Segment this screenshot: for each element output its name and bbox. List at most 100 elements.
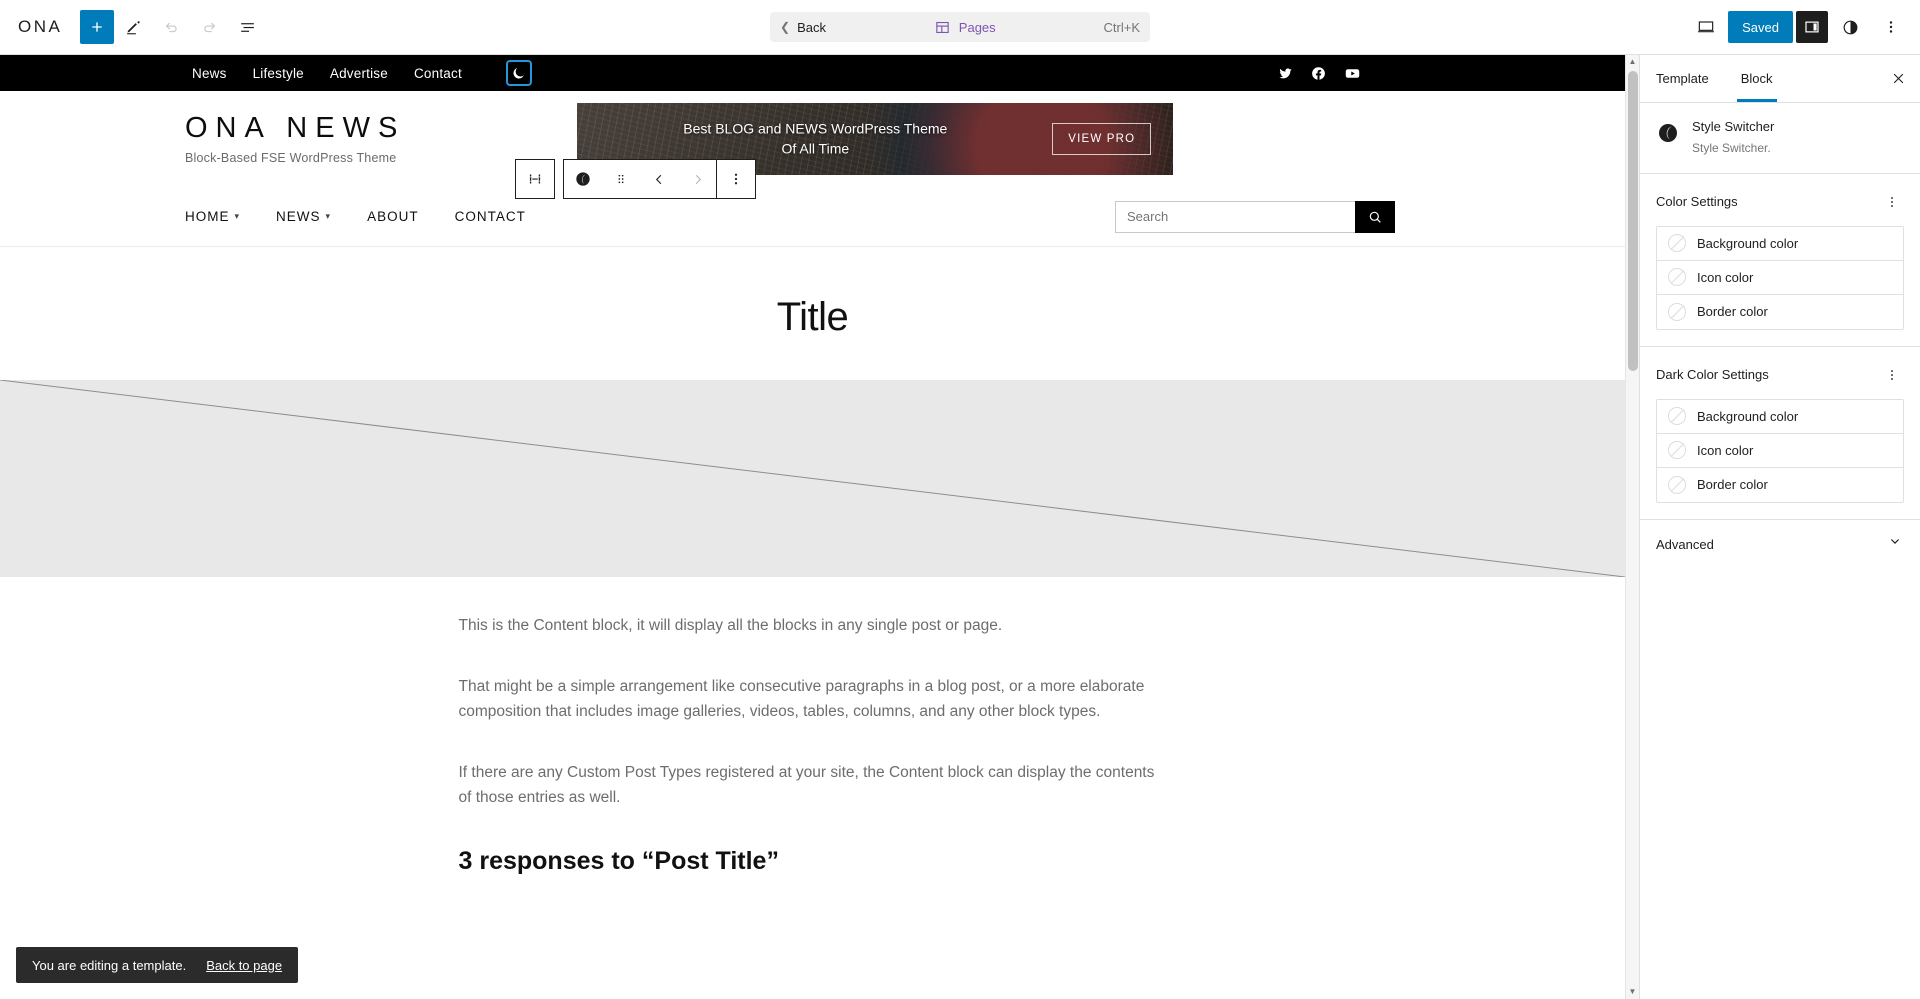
color-swatch-empty-icon	[1668, 475, 1686, 494]
dark-color-row-background[interactable]: Background color	[1657, 399, 1903, 434]
topbar-nav-item-advertise[interactable]: Advertise	[330, 66, 388, 81]
undo-button[interactable]	[152, 8, 190, 46]
chevron-down-icon: ▾	[234, 211, 241, 221]
scrollbar-track[interactable]	[1626, 69, 1639, 985]
featured-image-placeholder[interactable]	[0, 380, 1625, 577]
post-paragraph-3[interactable]: If there are any Custom Post Types regis…	[459, 760, 1167, 810]
move-right-button[interactable]	[678, 160, 716, 198]
dark-color-settings-section: Dark Color Settings Background color Ico…	[1640, 345, 1920, 519]
youtube-link[interactable]	[1344, 65, 1361, 82]
kebab-menu-icon	[1891, 369, 1893, 380]
pencil-icon	[127, 20, 140, 34]
dark-color-settings-header: Dark Color Settings	[1656, 363, 1904, 387]
site-header-row: ONA NEWS Block-Based FSE WordPress Theme…	[0, 91, 1625, 187]
promo-line-2: Of All Time	[781, 141, 850, 157]
sidebar-close-button[interactable]	[1876, 55, 1920, 102]
list-view-button[interactable]	[228, 8, 266, 46]
tab-block[interactable]: Block	[1725, 55, 1789, 102]
back-button[interactable]: ❮ Back	[780, 20, 826, 35]
site-branding: ONA NEWS Block-Based FSE WordPress Theme	[185, 112, 405, 166]
editor-bar-left-tools: ONA	[0, 8, 266, 46]
undo-icon	[165, 22, 177, 32]
preview-device-button[interactable]	[1687, 8, 1725, 46]
document-title: Pages	[958, 19, 996, 35]
page-title[interactable]: Title	[0, 247, 1625, 380]
settings-sidebar-toggle[interactable]	[1796, 11, 1828, 43]
saved-button[interactable]: Saved	[1728, 11, 1793, 43]
chevron-left-icon	[655, 174, 661, 184]
editor-bar-right-tools: Saved	[1687, 8, 1920, 46]
color-row-border[interactable]: Border color	[1657, 294, 1903, 329]
editor-canvas: News Lifestyle Advertise Contact ONA NEW…	[0, 55, 1625, 999]
command-bar[interactable]: ❮ Back Pages Ctrl+K	[770, 12, 1150, 42]
move-left-button[interactable]	[640, 160, 678, 198]
nav-item-news[interactable]: NEWS ▾	[276, 209, 331, 224]
post-paragraph-2[interactable]: That might be a simple arrangement like …	[459, 674, 1167, 724]
color-row-background-label: Background color	[1697, 235, 1799, 251]
post-content: This is the Content block, it will displ…	[0, 577, 1625, 876]
document-title-group[interactable]: Pages	[826, 19, 1104, 36]
template-editing-snackbar: You are editing a template. Back to page	[16, 947, 299, 983]
canvas-scrollbar[interactable]: ▲ ▼	[1625, 55, 1639, 999]
add-block-button[interactable]	[80, 10, 115, 44]
color-settings-options-button[interactable]	[1880, 190, 1904, 214]
dark-color-row-border[interactable]: Border color	[1657, 467, 1903, 502]
color-row-background[interactable]: Background color	[1657, 226, 1903, 261]
styles-button[interactable]	[1831, 8, 1869, 46]
block-tools-group	[563, 159, 756, 199]
select-parent-block-button[interactable]	[516, 160, 554, 198]
block-type-button[interactable]	[564, 160, 602, 198]
chevron-down-icon: ▾	[325, 211, 332, 221]
block-toolbar	[515, 159, 756, 199]
site-title[interactable]: ONA NEWS	[185, 112, 405, 145]
color-row-border-label: Border color	[1697, 304, 1768, 320]
search-submit-button[interactable]	[1355, 200, 1395, 233]
topbar-nav-item-news[interactable]: News	[192, 66, 227, 81]
scrollbar-thumb[interactable]	[1628, 71, 1638, 371]
topbar-nav-item-lifestyle[interactable]: Lifestyle	[253, 66, 304, 81]
nav-item-home[interactable]: HOME ▾	[185, 209, 240, 224]
comments-heading[interactable]: 3 responses to “Post Title”	[459, 847, 1167, 876]
sidebar-tabs: Template Block	[1640, 55, 1920, 103]
facebook-icon	[1312, 66, 1325, 80]
color-swatch-empty-icon	[1668, 268, 1686, 287]
scroll-down-arrow-icon[interactable]: ▼	[1629, 985, 1637, 999]
list-view-icon	[241, 22, 254, 32]
facebook-link[interactable]	[1311, 66, 1326, 81]
drag-handle-button[interactable]	[602, 160, 640, 198]
block-options-button[interactable]	[717, 160, 755, 198]
color-settings-section: Color Settings Background color Icon col…	[1640, 172, 1920, 346]
sidebar-panel-icon	[1805, 21, 1819, 33]
youtube-icon	[1345, 68, 1360, 78]
nav-item-about[interactable]: ABOUT	[367, 209, 419, 224]
kebab-menu-icon	[1889, 21, 1893, 33]
color-swatch-empty-icon	[1668, 407, 1686, 426]
dark-color-settings-options-button[interactable]	[1880, 363, 1904, 387]
edit-mode-button[interactable]	[114, 8, 152, 46]
scroll-up-arrow-icon[interactable]: ▲	[1629, 55, 1637, 69]
color-settings-list: Background color Icon color Border color	[1656, 225, 1904, 330]
nav-item-contact[interactable]: CONTACT	[455, 209, 526, 224]
twitter-link[interactable]	[1278, 66, 1293, 81]
placeholder-diagonal-icon	[0, 380, 1625, 577]
dark-color-settings-list: Background color Icon color Border color	[1656, 398, 1904, 503]
dark-color-row-icon[interactable]: Icon color	[1657, 433, 1903, 468]
view-pro-button[interactable]: VIEW PRO	[1052, 123, 1152, 155]
select-parent-icon	[529, 174, 541, 184]
nav-item-news-label: NEWS	[276, 209, 321, 224]
style-switcher-icon	[576, 172, 590, 186]
wordpress-site-logo[interactable]: ONA	[14, 17, 80, 37]
back-label: Back	[797, 19, 826, 35]
dark-mode-toggle-block[interactable]	[505, 60, 532, 86]
drag-handle-icon	[618, 174, 624, 184]
color-row-icon[interactable]: Icon color	[1657, 260, 1903, 295]
editor-options-button[interactable]	[1872, 8, 1910, 46]
tab-template[interactable]: Template	[1640, 55, 1725, 102]
advanced-panel-toggle[interactable]: Advanced	[1640, 518, 1920, 569]
redo-button[interactable]	[190, 8, 228, 46]
post-paragraph-1[interactable]: This is the Content block, it will displ…	[459, 613, 1167, 638]
topbar-nav-item-contact[interactable]: Contact	[414, 66, 462, 81]
desktop-icon	[1698, 21, 1715, 33]
search-input[interactable]	[1115, 200, 1355, 233]
back-to-page-link[interactable]: Back to page	[206, 958, 282, 973]
